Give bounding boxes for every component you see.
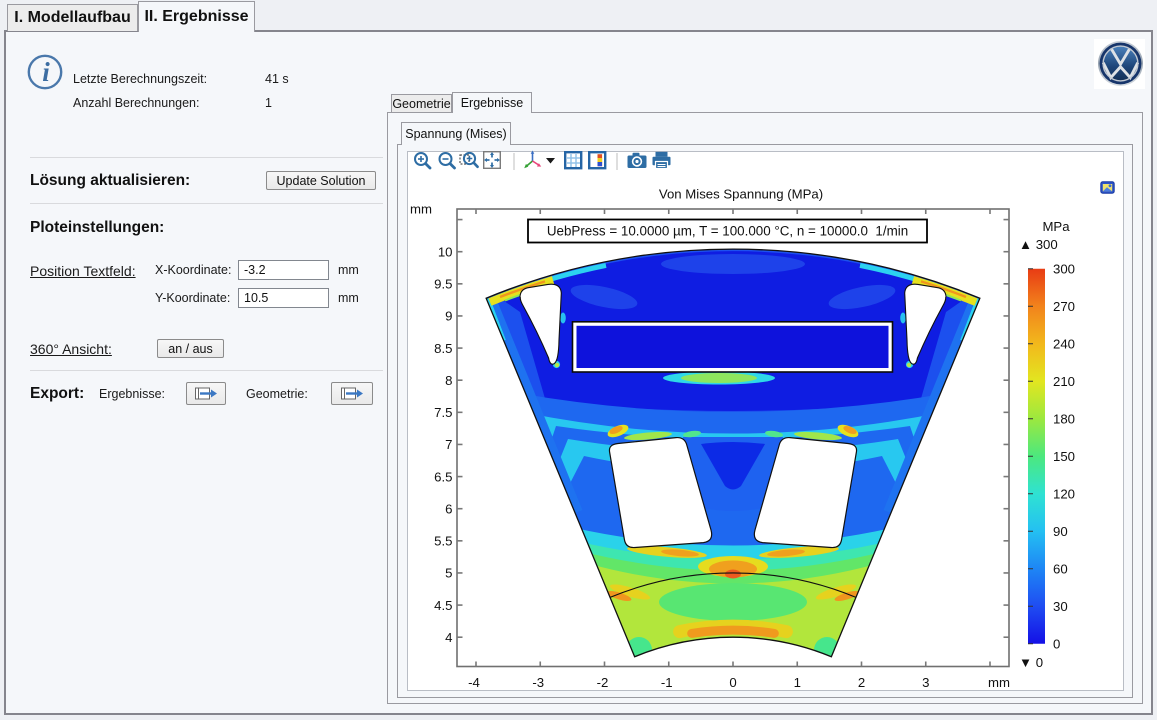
svg-text:mm: mm	[988, 675, 1010, 690]
svg-text:300: 300	[1053, 261, 1075, 276]
svg-text:MPa: MPa	[1042, 219, 1070, 234]
svg-text:8: 8	[445, 373, 452, 388]
svg-text:10: 10	[438, 244, 453, 259]
svg-text:1: 1	[794, 675, 801, 690]
svg-text:-3: -3	[532, 675, 544, 690]
svg-text:Von Mises Spannung (MPa): Von Mises Spannung (MPa)	[659, 187, 823, 202]
svg-text:6.5: 6.5	[434, 469, 452, 484]
svg-text:2: 2	[858, 675, 865, 690]
svg-text:9.5: 9.5	[434, 277, 452, 292]
svg-text:240: 240	[1053, 336, 1075, 351]
svg-text:150: 150	[1053, 449, 1075, 464]
svg-text:4.5: 4.5	[434, 598, 452, 613]
svg-text:270: 270	[1053, 299, 1075, 314]
svg-text:4: 4	[445, 630, 452, 645]
svg-text:60: 60	[1053, 561, 1068, 576]
svg-text:-1: -1	[661, 675, 673, 690]
svg-text:5: 5	[445, 566, 452, 581]
svg-text:▲ 300: ▲ 300	[1019, 237, 1058, 252]
svg-text:6: 6	[445, 501, 452, 516]
svg-text:90: 90	[1053, 524, 1068, 539]
svg-text:0: 0	[1053, 636, 1060, 651]
svg-text:▼ 0: ▼ 0	[1019, 655, 1043, 670]
svg-text:UebPress = 10.0000 µm, T = 100: UebPress = 10.0000 µm, T = 100.000 °C, n…	[547, 224, 908, 239]
svg-text:120: 120	[1053, 486, 1075, 501]
svg-text:0: 0	[729, 675, 736, 690]
svg-text:210: 210	[1053, 374, 1075, 389]
svg-text:i: i	[42, 57, 50, 87]
svg-text:7.5: 7.5	[434, 405, 452, 420]
svg-text:8.5: 8.5	[434, 341, 452, 356]
svg-text:7: 7	[445, 437, 452, 452]
svg-text:30: 30	[1053, 599, 1068, 614]
svg-text:5.5: 5.5	[434, 534, 452, 549]
svg-text:-2: -2	[597, 675, 609, 690]
svg-text:-4: -4	[468, 675, 480, 690]
svg-text:9: 9	[445, 309, 452, 324]
svg-text:mm: mm	[410, 202, 432, 217]
svg-text:180: 180	[1053, 411, 1075, 426]
svg-text:3: 3	[922, 675, 929, 690]
